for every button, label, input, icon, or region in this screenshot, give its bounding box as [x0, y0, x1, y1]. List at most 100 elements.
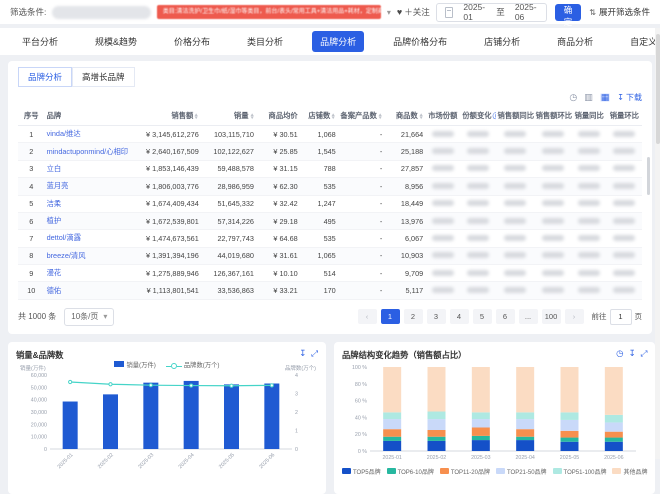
brand-cell: vinda/维达 — [45, 126, 129, 143]
history-icon[interactable]: ◷ — [569, 93, 577, 102]
table-scrollbar[interactable] — [647, 157, 650, 195]
brand-link[interactable]: dettol/滴露 — [47, 233, 81, 242]
legend-item-5[interactable]: 其他品牌 — [612, 467, 647, 476]
masked-cell — [425, 247, 460, 264]
redacted-value — [504, 252, 526, 258]
legend-item-3[interactable]: TOP21-50品牌 — [496, 467, 547, 476]
page-size-select[interactable]: 10条/页 ▾ — [64, 308, 114, 326]
column-header-3[interactable]: 销量▲▼ — [201, 106, 256, 126]
legend-item-2[interactable]: TOP11-20品牌 — [440, 467, 490, 476]
sort-icon[interactable]: ▲▼ — [419, 113, 423, 119]
page-scrollbar-thumb[interactable] — [656, 34, 660, 144]
fullscreen-icon[interactable]: ⤢ — [641, 349, 648, 358]
date-range-picker[interactable]: 2025-01 至 2025-06 — [436, 3, 547, 22]
page-scrollbar[interactable] — [655, 28, 660, 459]
fullscreen-icon[interactable]: ⤢ — [311, 349, 318, 358]
follow-button[interactable]: ♥ ＋关注 — [397, 6, 430, 18]
page-buttons: ‹123456...100› — [358, 309, 584, 324]
sub-tab-0[interactable]: 品牌分析 — [18, 67, 72, 87]
redacted-value — [504, 235, 526, 241]
chart-view-icon[interactable]: ▥ — [584, 93, 593, 102]
brand-cell: mindactuponmind/心相印 — [45, 143, 129, 160]
legend-item-4[interactable]: TOP51-100品牌 — [553, 467, 607, 476]
prev-page-button[interactable]: ‹ — [358, 309, 377, 324]
legend-swatch — [342, 468, 351, 474]
column-header-2[interactable]: 销售额▲▼ — [128, 106, 200, 126]
sort-icon[interactable]: ▲▼ — [378, 113, 382, 119]
data-cell: 8 — [18, 247, 45, 264]
brand-link[interactable]: 德佑 — [47, 286, 62, 295]
masked-cell — [572, 126, 607, 143]
svg-text:2025-06: 2025-06 — [258, 452, 276, 470]
nav-tab-1[interactable]: 规模&趋势 — [87, 31, 145, 52]
sort-icon[interactable]: ▲▼ — [250, 113, 254, 119]
next-page-button[interactable]: › — [565, 309, 584, 324]
redacted-value — [613, 131, 635, 137]
page-button-5[interactable]: 5 — [473, 309, 492, 324]
brand-link[interactable]: vinda/维达 — [47, 129, 81, 138]
brand-link[interactable]: 蓝月亮 — [47, 181, 69, 190]
brand-link[interactable]: 漫花 — [47, 268, 62, 277]
nav-tab-7[interactable]: 商品分析 — [549, 31, 601, 52]
data-cell: 2 — [18, 143, 45, 160]
nav-tab-6[interactable]: 店铺分析 — [476, 31, 528, 52]
brand-table: 序号品牌销售额▲▼销量▲▼商品均价店铺数▲▼备案产品数▲▼商品数▲▼市场份额份额… — [18, 106, 642, 300]
svg-text:0: 0 — [44, 447, 47, 453]
date-start[interactable]: 2025-01 — [463, 2, 486, 22]
history-icon[interactable]: ◷ — [616, 349, 623, 358]
redacted-value — [504, 148, 526, 154]
nav-tab-4[interactable]: 品牌分析 — [312, 31, 364, 52]
confirm-button[interactable]: 确定 — [555, 4, 582, 21]
data-cell: ¥ 10.10 — [256, 265, 300, 282]
data-cell: 6,067 — [384, 230, 425, 247]
brand-link[interactable]: 立白 — [47, 164, 62, 173]
expand-filters-button[interactable]: ⇅ 展开筛选条件 — [589, 6, 650, 18]
masked-cell — [534, 195, 572, 212]
nav-tab-3[interactable]: 类目分析 — [239, 31, 291, 52]
brand-link[interactable]: 洁柔 — [47, 199, 62, 208]
column-header-5[interactable]: 店铺数▲▼ — [300, 106, 338, 126]
sort-icon[interactable]: ▲▼ — [331, 113, 335, 119]
info-icon[interactable]: ⓘ — [493, 113, 496, 120]
sub-tab-1[interactable]: 高增长品牌 — [72, 67, 135, 87]
column-header-6[interactable]: 备案产品数▲▼ — [338, 106, 385, 126]
brand-link[interactable]: breeze/清风 — [47, 251, 86, 260]
goto-page-input[interactable] — [610, 309, 632, 325]
redacted-value — [467, 235, 489, 241]
redacted-value — [542, 287, 564, 293]
page-button-2[interactable]: 2 — [404, 309, 423, 324]
redacted-value — [578, 252, 600, 258]
table-view-icon[interactable]: ▦ — [600, 93, 611, 102]
date-end[interactable]: 2025-06 — [515, 2, 538, 22]
redacted-value — [578, 183, 600, 189]
masked-cell — [460, 126, 495, 143]
chevron-down-icon[interactable]: ▾ — [387, 8, 391, 17]
redacted-value — [613, 235, 635, 241]
brand-link[interactable]: 植护 — [47, 216, 62, 225]
pagination: 共 1000 条 10条/页 ▾ ‹123456...100› 前往 页 — [18, 308, 642, 326]
data-cell: ¥ 1,113,801,541 — [128, 282, 200, 299]
redacted-value — [432, 235, 454, 241]
redacted-value — [467, 270, 489, 276]
page-button-1[interactable]: 1 — [381, 309, 400, 324]
brand-link[interactable]: mindactuponmind/心相印 — [47, 147, 129, 156]
brand-cell: 漫花 — [45, 265, 129, 282]
download-chart-icon[interactable]: ↧ — [299, 349, 306, 358]
page-button-100[interactable]: 100 — [542, 309, 561, 324]
legend-item-0[interactable]: TOP5品牌 — [342, 467, 381, 476]
nav-tab-0[interactable]: 平台分析 — [14, 31, 66, 52]
redacted-value — [504, 165, 526, 171]
nav-tab-2[interactable]: 价格分布 — [166, 31, 218, 52]
chevron-down-icon: ▾ — [103, 312, 107, 321]
redacted-value — [467, 165, 489, 171]
download-table-button[interactable]: ↧ 下载 — [617, 92, 642, 103]
page-button-4[interactable]: 4 — [450, 309, 469, 324]
column-header-7[interactable]: 商品数▲▼ — [384, 106, 425, 126]
sort-icon[interactable]: ▲▼ — [194, 113, 198, 119]
page-button-3[interactable]: 3 — [427, 309, 446, 324]
legend-item-1[interactable]: TOP6-10品牌 — [387, 467, 434, 476]
page-button-6[interactable]: 6 — [496, 309, 515, 324]
nav-tab-5[interactable]: 品牌价格分布 — [385, 31, 455, 52]
data-cell: 1,247 — [300, 195, 338, 212]
download-chart-icon[interactable]: ↧ — [629, 349, 636, 358]
